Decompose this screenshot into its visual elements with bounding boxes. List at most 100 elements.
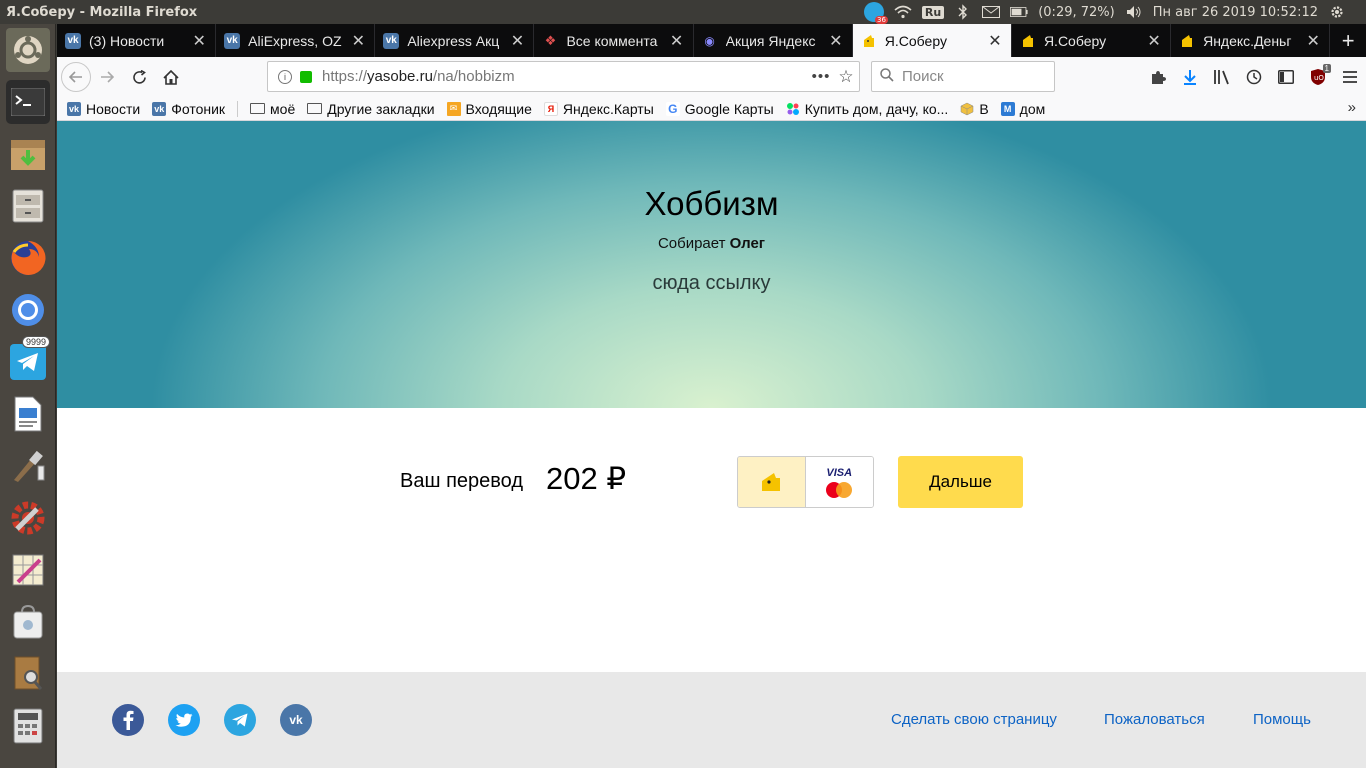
power-gear-icon[interactable] <box>1328 4 1346 20</box>
unity-launcher: 9999 <box>0 24 56 768</box>
address-bar[interactable]: i https://yasobe.ru/na/hobbizm ••• ☆ <box>267 61 860 92</box>
telegram-icon[interactable] <box>224 704 256 736</box>
volume-icon[interactable] <box>1125 4 1143 20</box>
close-icon[interactable]: ✕ <box>350 31 366 51</box>
tab-aliexpress-oz[interactable]: vk AliExpress, OZ ✕ <box>216 24 376 57</box>
transfer-amount-input[interactable]: 202 ₽ <box>546 461 626 497</box>
vk-icon: vk <box>67 101 81 116</box>
system-clock[interactable]: Пн авг 26 2019 10:52:12 <box>1153 5 1318 20</box>
info-icon[interactable]: i <box>278 69 292 84</box>
bookmark-item[interactable]: vk Новости <box>67 101 140 117</box>
chevron-right-more-icon[interactable]: » <box>1348 99 1356 116</box>
mail-icon: ✉ <box>446 101 461 116</box>
vk-icon[interactable]: vk <box>280 704 312 736</box>
mastercard-icon <box>826 481 853 498</box>
collector-line: Собирает Олег <box>57 235 1366 252</box>
bookmark-item[interactable]: vk Фотоник <box>152 101 225 117</box>
close-icon[interactable]: ✕ <box>509 31 525 51</box>
page-footer: vk Сделать свою страницу Пожаловаться По… <box>57 672 1366 768</box>
url-prefix: https:// <box>322 68 368 85</box>
hamburger-menu-icon[interactable] <box>1334 61 1366 93</box>
software-updater-icon[interactable] <box>6 132 50 176</box>
report-link[interactable]: Пожаловаться <box>1104 711 1205 728</box>
system-top-panel: Я.Соберу - Mozilla Firefox 36 Ru (0:29, … <box>0 0 1366 24</box>
bookmark-star-icon[interactable]: ☆ <box>833 67 859 87</box>
calculator-icon[interactable] <box>6 704 50 748</box>
help-link[interactable]: Помощь <box>1253 711 1311 728</box>
tab-label: Яндекс.Деньг <box>1203 32 1292 49</box>
ubuntu-dash-icon[interactable] <box>6 28 50 72</box>
tab-comments[interactable]: ❖ Все коммента ✕ <box>534 24 694 57</box>
lock-icon[interactable] <box>300 70 312 83</box>
extensions-puzzle-icon[interactable] <box>1142 61 1174 93</box>
firefox-icon[interactable] <box>6 236 50 280</box>
reload-button[interactable] <box>123 61 155 93</box>
tab-yasobe-active[interactable]: Я.Соберу ✕ <box>852 24 1012 57</box>
back-button[interactable] <box>61 62 91 92</box>
create-page-link[interactable]: Сделать свою страницу <box>891 711 1057 728</box>
bookmark-item[interactable]: Mдом <box>1000 101 1045 117</box>
page-actions-icon[interactable]: ••• <box>809 68 833 85</box>
gimp-icon[interactable] <box>6 444 50 488</box>
forward-button[interactable] <box>91 61 123 93</box>
tab-yandex-money[interactable]: Яндекс.Деньг ✕ <box>1171 24 1331 57</box>
close-icon[interactable]: ✕ <box>987 31 1003 51</box>
payment-section: Ваш перевод 202 ₽ VISA Дальше <box>57 408 1366 672</box>
system-settings-icon[interactable] <box>6 496 50 540</box>
document-viewer-icon[interactable] <box>6 652 50 696</box>
bookmarks-toolbar: vk Новости vk Фотоник моё Другие закладки … <box>57 97 1366 121</box>
bookmark-folder[interactable]: Другие закладки <box>307 100 435 117</box>
tab-label: Я.Соберу <box>884 32 947 49</box>
tab-label: Все коммента <box>566 32 658 49</box>
close-icon[interactable]: ✕ <box>191 31 207 51</box>
bookmark-label: Новости <box>86 100 141 117</box>
bookmark-folder[interactable]: моё <box>250 101 295 117</box>
close-icon[interactable]: ✕ <box>669 31 685 51</box>
downloads-icon[interactable] <box>1174 61 1206 93</box>
close-icon[interactable]: ✕ <box>828 31 844 51</box>
home-button[interactable] <box>155 61 187 93</box>
ublock-origin-icon[interactable]: uO 1 <box>1302 61 1334 93</box>
libreoffice-writer-icon[interactable] <box>6 392 50 436</box>
tab-vk-news[interactable]: vk (3) Новости ✕ <box>57 24 217 57</box>
mail-icon[interactable] <box>982 4 1001 20</box>
bluetooth-icon[interactable] <box>954 4 972 20</box>
wifi-icon[interactable] <box>894 4 912 20</box>
vk-icon: vk <box>224 32 241 49</box>
url-text[interactable]: https://yasobe.ru/na/hobbizm <box>322 68 809 85</box>
bookmark-item[interactable]: Я Яндекс.Карты <box>543 101 654 117</box>
new-tab-button[interactable]: + <box>1330 24 1366 57</box>
bookmark-item[interactable]: Купить дом, дачу, ко... <box>786 101 948 117</box>
keyboard-layout-indicator[interactable]: Ru <box>921 5 945 19</box>
yandex-wallet-icon <box>861 33 877 49</box>
tab-yandex-promo[interactable]: ◉ Акция Яндекс ✕ <box>694 24 853 57</box>
search-bar[interactable]: Поиск <box>871 61 1055 92</box>
telegram-launcher-icon[interactable]: 9999 <box>6 336 50 384</box>
yandex-money-wallet-option[interactable] <box>738 457 806 507</box>
close-icon[interactable]: ✕ <box>1146 31 1162 51</box>
bookmark-item[interactable]: G Google Карты <box>665 101 774 117</box>
chromium-icon[interactable] <box>6 288 50 332</box>
tab-yasobe-2[interactable]: Я.Соберу ✕ <box>1012 24 1172 57</box>
library-icon[interactable] <box>1206 61 1238 93</box>
bookmark-label: Другие закладки <box>327 100 435 117</box>
battery-icon[interactable] <box>1010 4 1028 20</box>
history-clock-icon[interactable] <box>1238 61 1270 93</box>
telegram-tray-icon[interactable]: 36 <box>863 2 888 24</box>
bookmark-separator <box>237 100 239 117</box>
sidebar-icon[interactable] <box>1270 61 1302 93</box>
next-button[interactable]: Дальше <box>898 456 1023 508</box>
sudoku-icon[interactable] <box>6 548 50 592</box>
hero-banner: Хоббизм Собирает Олег сюда ссылку <box>57 121 1366 408</box>
transfer-label: Ваш перевод <box>400 470 524 492</box>
file-cabinet-icon[interactable] <box>6 184 50 228</box>
bookmark-item[interactable]: ✉ Входящие <box>446 101 532 117</box>
twitter-icon[interactable] <box>168 704 200 736</box>
close-icon[interactable]: ✕ <box>1305 31 1321 51</box>
software-center-icon[interactable] <box>6 600 50 644</box>
bookmark-item[interactable]: В <box>960 101 989 117</box>
bank-card-option[interactable]: VISA <box>805 457 873 507</box>
facebook-icon[interactable] <box>112 704 144 736</box>
terminal-icon[interactable] <box>6 80 50 124</box>
tab-aliexpress-akc[interactable]: vk Aliexpress Акц ✕ <box>375 24 535 57</box>
